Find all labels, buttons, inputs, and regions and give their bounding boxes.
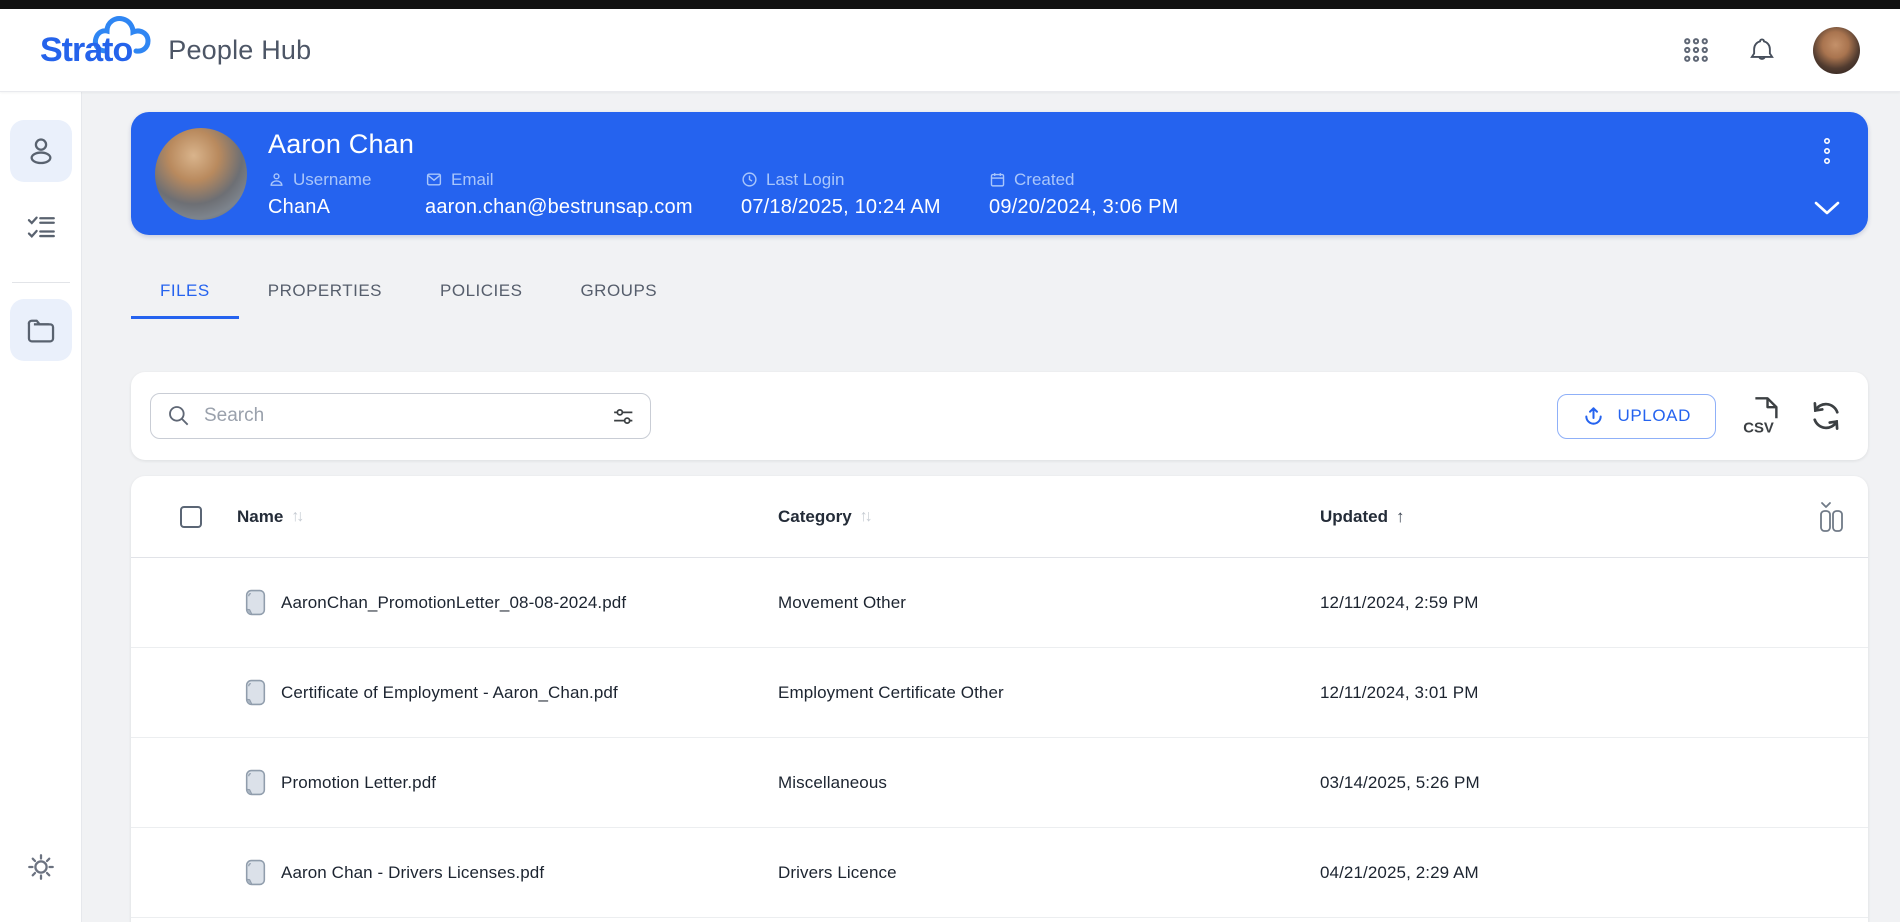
strato-logo: Strato — [40, 15, 151, 70]
profile-avatar — [155, 127, 247, 220]
sort-ascending-icon[interactable]: ↑ — [1396, 507, 1405, 527]
file-name[interactable]: Promotion Letter.pdf — [281, 773, 436, 793]
file-updated: 12/11/2024, 2:59 PM — [1320, 592, 1479, 612]
sort-icon[interactable]: ↑↓ — [291, 508, 304, 526]
field-last-login: Last Login 07/18/2025, 10:24 AM — [741, 170, 989, 219]
browser-top-strip — [0, 0, 1900, 9]
select-all-checkbox[interactable] — [180, 505, 202, 528]
refresh-icon[interactable] — [1808, 398, 1844, 434]
column-header-name[interactable]: Name — [237, 507, 283, 527]
apps-grid-icon[interactable] — [1681, 35, 1711, 65]
app-header: Strato People Hub — [0, 9, 1900, 92]
sidebar-divider — [11, 282, 70, 283]
table-body: AaronChan_PromotionLetter_08-08-2024.pdf… — [131, 558, 1868, 918]
table-row[interactable]: Certificate of Employment - Aaron_Chan.p… — [131, 648, 1868, 738]
field-value: aaron.chan@bestrunsap.com — [425, 195, 693, 218]
sidebar-item-checklist[interactable] — [10, 196, 72, 258]
field-label: Email — [451, 169, 494, 189]
file-name[interactable]: Certificate of Employment - Aaron_Chan.p… — [281, 683, 618, 703]
field-value: ChanA — [268, 195, 331, 218]
brand-name: Strato — [40, 30, 133, 69]
column-header-category[interactable]: Category — [778, 507, 852, 527]
user-avatar[interactable] — [1813, 26, 1860, 74]
chevron-down-icon[interactable] — [1812, 199, 1842, 217]
kebab-menu-icon[interactable] — [1820, 136, 1834, 170]
search-input[interactable] — [204, 405, 611, 427]
files-table: Name ↑↓ Category ↑↓ Updated ↑ AaronChan_… — [131, 476, 1868, 922]
table-row[interactable]: Promotion Letter.pdf Miscellaneous 03/14… — [131, 738, 1868, 828]
tab-bar: FILES PROPERTIES POLICIES GROUPS — [131, 267, 1868, 319]
document-icon — [244, 679, 267, 706]
field-email: Email aaron.chan@bestrunsap.com — [425, 170, 741, 219]
calendar-icon — [989, 171, 1006, 188]
clock-icon — [741, 171, 758, 188]
field-label: Username — [293, 169, 372, 189]
file-category: Movement Other — [778, 592, 907, 612]
document-icon — [244, 589, 267, 616]
person-icon — [268, 171, 285, 188]
search-icon — [166, 403, 192, 429]
main-content: Aaron Chan Username ChanA Email aaron.ch… — [131, 92, 1868, 922]
field-value: 09/20/2024, 3:06 PM — [989, 195, 1179, 218]
column-header-updated[interactable]: Updated — [1320, 507, 1388, 527]
sort-icon[interactable]: ↑↓ — [860, 508, 873, 526]
file-updated: 03/14/2025, 5:26 PM — [1320, 772, 1480, 792]
sidebar-item-files[interactable] — [9, 299, 72, 361]
search-box[interactable] — [150, 393, 651, 439]
bell-icon[interactable] — [1747, 35, 1777, 65]
field-value: 07/18/2025, 10:24 AM — [741, 195, 941, 218]
page: Strato People Hub Aaron Chan Username Ch… — [0, 0, 1900, 922]
document-icon — [244, 859, 267, 886]
person-name: Aaron Chan — [268, 128, 415, 159]
field-username: Username ChanA — [268, 170, 425, 219]
table-row[interactable]: AaronChan_PromotionLetter_08-08-2024.pdf… — [131, 558, 1868, 648]
field-created: Created 09/20/2024, 3:06 PM — [989, 170, 1179, 219]
file-category: Miscellaneous — [778, 772, 888, 792]
upload-label: UPLOAD — [1617, 406, 1691, 425]
document-icon — [244, 769, 267, 796]
csv-label: CSV — [1743, 420, 1774, 437]
file-updated: 12/11/2024, 3:01 PM — [1320, 682, 1479, 702]
profile-banner: Aaron Chan Username ChanA Email aaron.ch… — [131, 112, 1868, 235]
field-label: Last Login — [766, 169, 845, 189]
settings-gear-icon[interactable] — [10, 836, 72, 898]
account-avatar-image — [1813, 26, 1860, 74]
table-row[interactable]: Aaron Chan - Drivers Licenses.pdf Driver… — [131, 828, 1868, 918]
tab[interactable]: POLICIES — [411, 267, 551, 319]
file-name[interactable]: AaronChan_PromotionLetter_08-08-2024.pdf — [281, 593, 626, 613]
mail-icon — [425, 171, 443, 188]
tab[interactable]: GROUPS — [551, 267, 686, 319]
sidebar-item-people[interactable] — [9, 120, 72, 182]
upload-button[interactable]: UPLOAD — [1557, 393, 1716, 439]
tab[interactable]: PROPERTIES — [239, 267, 411, 319]
files-toolbar: UPLOAD CSV — [131, 372, 1868, 460]
left-sidebar — [0, 92, 82, 922]
page-title: People Hub — [168, 34, 312, 65]
filter-sliders-icon[interactable] — [611, 404, 636, 429]
upload-icon — [1582, 405, 1605, 428]
profile-fields: Username ChanA Email aaron.chan@bestruns… — [268, 170, 1179, 219]
file-category: Drivers Licence — [778, 862, 897, 882]
tab[interactable]: FILES — [131, 267, 239, 319]
file-name[interactable]: Aaron Chan - Drivers Licenses.pdf — [281, 863, 544, 883]
field-label: Created — [1014, 169, 1075, 189]
export-csv-icon[interactable]: CSV — [1742, 395, 1782, 437]
file-updated: 04/21/2025, 2:29 AM — [1320, 862, 1479, 882]
column-settings-icon[interactable] — [1816, 500, 1846, 534]
file-category: Employment Certificate Other — [778, 682, 1004, 702]
table-header: Name ↑↓ Category ↑↓ Updated ↑ — [131, 476, 1868, 558]
